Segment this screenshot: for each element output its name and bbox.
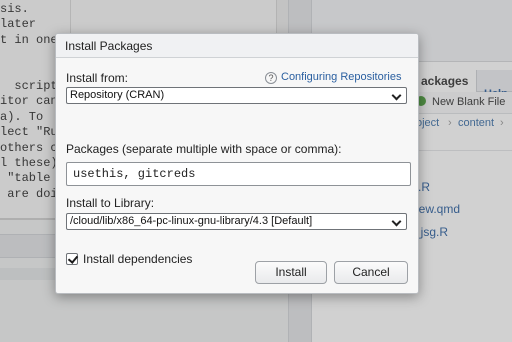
install-dependencies-checkbox[interactable] (66, 253, 78, 265)
cancel-button[interactable]: Cancel (334, 261, 408, 284)
configuring-repositories-link[interactable]: ? Configuring Repositories (265, 71, 401, 84)
question-circle-icon[interactable]: ? (265, 72, 277, 84)
library-select[interactable]: /cloud/lib/x86_64-pc-linux-gnu-library/4… (66, 213, 407, 230)
install-to-library-label: Install to Library: (66, 196, 155, 210)
install-button[interactable]: Install (255, 261, 327, 284)
install-from-select[interactable]: Repository (CRAN) (66, 87, 407, 104)
help-link-text[interactable]: Configuring Repositories (281, 71, 401, 83)
dialog-titlebar: Install Packages (56, 34, 418, 58)
install-dependencies-label[interactable]: Install dependencies (83, 252, 192, 266)
dialog-title: Install Packages (65, 39, 153, 53)
packages-label: Packages (separate multiple with space o… (66, 142, 342, 156)
chevron-down-icon (392, 89, 402, 102)
install-packages-dialog: Install Packages Install from: ? Configur… (55, 33, 419, 294)
chevron-down-icon (392, 215, 402, 228)
packages-input[interactable]: usethis, gitcreds (66, 162, 411, 186)
install-from-value: Repository (CRAN) (70, 89, 165, 101)
install-from-label: Install from: (66, 71, 129, 85)
dialog-body: Install from: ? Configuring Repositories … (56, 58, 418, 293)
library-value: /cloud/lib/x86_64-pc-linux-gnu-library/4… (70, 215, 313, 227)
